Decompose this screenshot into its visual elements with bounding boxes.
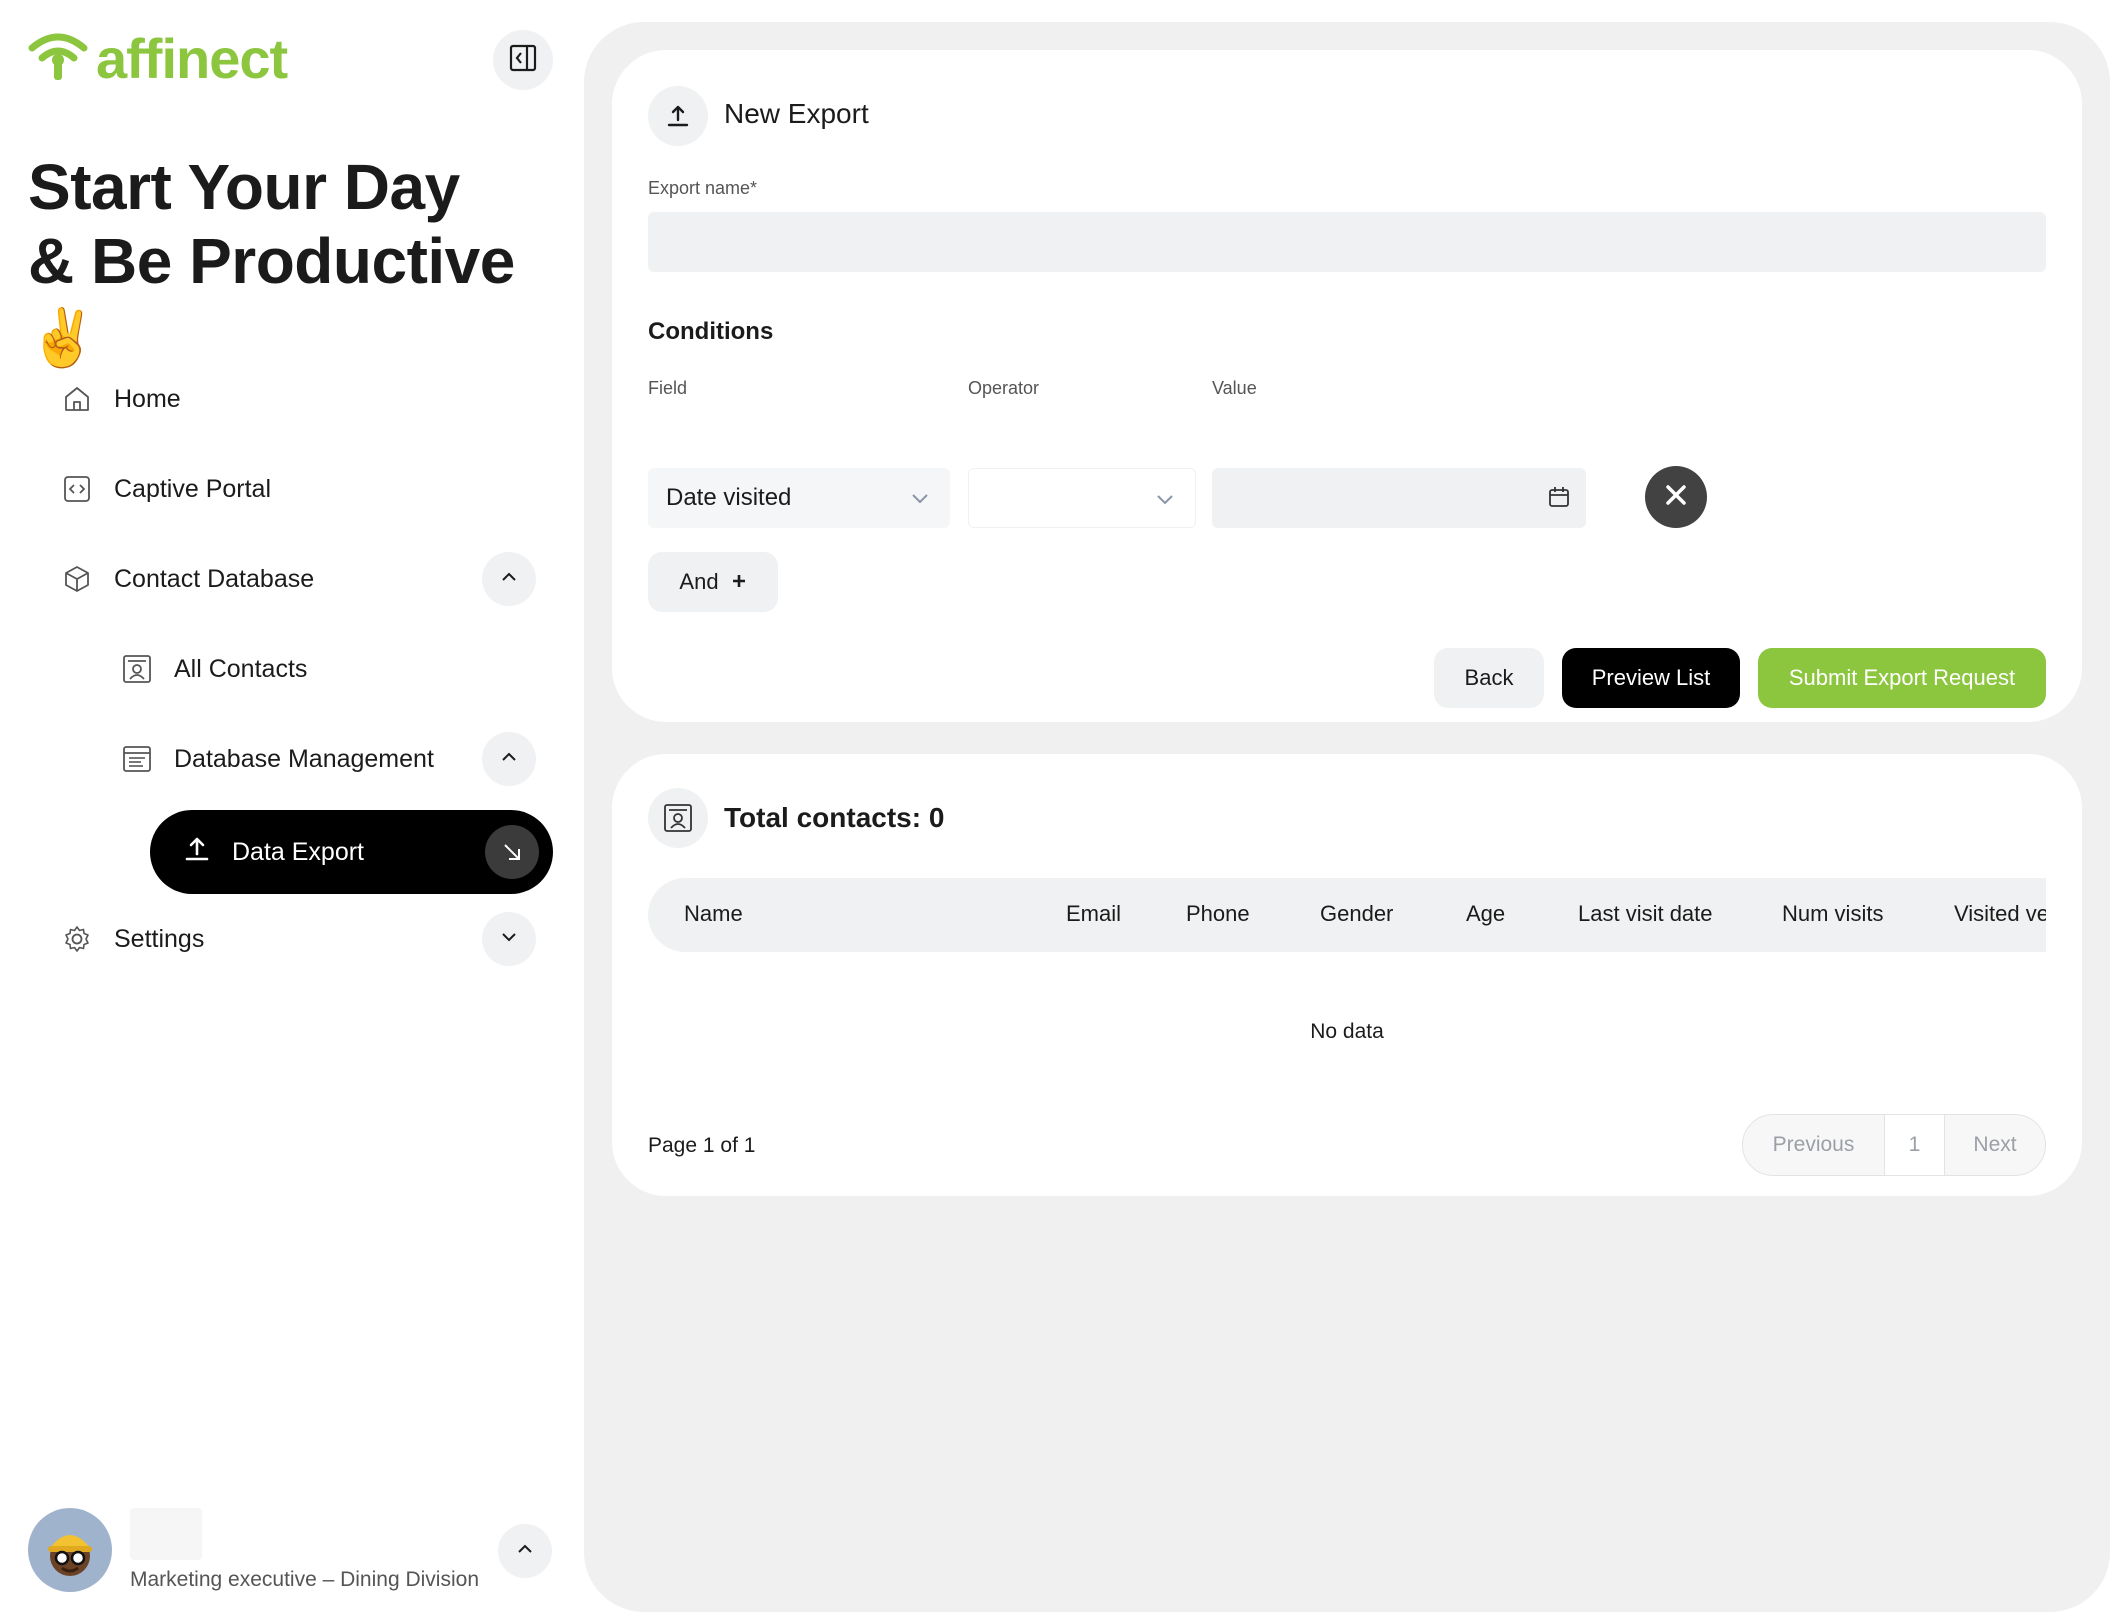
chevron-up-icon	[498, 566, 520, 593]
page-number-button[interactable]: 1	[1885, 1115, 1945, 1175]
sidebar-item-label: Data Export	[232, 837, 365, 866]
contact-database-toggle[interactable]	[482, 552, 536, 606]
logo[interactable]: affinect	[28, 26, 288, 91]
upload-icon	[648, 86, 708, 146]
column-header-phone[interactable]: Phone	[1186, 901, 1250, 927]
greeting-line-1: Start Your Day	[28, 151, 460, 223]
conditions-title: Conditions	[648, 318, 774, 345]
main-content: New Export Export name* Conditions Field…	[584, 22, 2110, 1612]
pagination: Previous 1 Next	[1742, 1114, 2046, 1176]
contact-card-icon	[120, 652, 154, 686]
remove-condition-button[interactable]	[1645, 466, 1707, 528]
user-profile: Marketing executive – Dining Division	[28, 1508, 558, 1598]
column-header-last-visit-date[interactable]: Last visit date	[1578, 901, 1713, 927]
submit-export-request-button[interactable]: Submit Export Request	[1758, 648, 2046, 708]
profile-menu-toggle[interactable]	[498, 1524, 552, 1578]
column-header-email[interactable]: Email	[1066, 901, 1121, 927]
chevron-down-icon	[498, 926, 520, 953]
chevron-down-icon	[908, 486, 932, 517]
value-label: Value	[1212, 378, 1257, 398]
victory-hand-emoji: ✌️	[28, 306, 98, 369]
new-export-title: New Export	[724, 98, 869, 129]
sidebar: affinect Start Your Day & Be Productive …	[0, 0, 570, 1624]
add-and-condition-button[interactable]: And	[648, 552, 778, 612]
sidebar-item-label: Contact Database	[114, 564, 315, 593]
sidebar-item-data-export[interactable]: Data Export	[150, 810, 553, 894]
profile-name	[130, 1508, 202, 1560]
sidebar-item-label: All Contacts	[174, 654, 308, 683]
total-contacts-card: Total contacts: 0 Name Email Phone Gende…	[612, 754, 2082, 1196]
greeting-line-2: & Be Productive ✌️	[28, 224, 570, 375]
list-icon	[120, 742, 154, 776]
sidebar-item-label: Database Management	[174, 744, 434, 773]
total-contacts-title: Total contacts: 0	[724, 802, 945, 833]
sidebar-item-captive-portal[interactable]: Captive Portal	[60, 472, 271, 506]
arrow-down-right-icon	[485, 825, 539, 879]
sidebar-item-label: Captive Portal	[114, 474, 272, 503]
wifi-logo-icon	[28, 30, 88, 87]
page-info: Page 1 of 1	[648, 1134, 756, 1157]
calendar-icon[interactable]	[1546, 484, 1572, 517]
close-icon	[1663, 482, 1689, 513]
contact-card-icon	[648, 788, 708, 848]
empty-table-message: No data	[1310, 1020, 1384, 1043]
greeting-heading: Start Your Day & Be Productive ✌️	[28, 150, 570, 375]
collapse-sidebar-icon	[508, 43, 538, 78]
column-header-visited-venues[interactable]: Visited ve	[1954, 901, 2046, 927]
sidebar-item-settings[interactable]: Settings	[60, 922, 204, 956]
logo-text: affinect	[96, 27, 288, 90]
sidebar-item-database-management[interactable]: Database Management	[120, 742, 434, 776]
sidebar-item-contact-database[interactable]: Contact Database	[60, 562, 314, 596]
column-header-gender[interactable]: Gender	[1320, 901, 1393, 927]
plus-icon	[731, 569, 747, 595]
next-page-button[interactable]: Next	[1945, 1115, 2045, 1175]
operator-select[interactable]	[968, 468, 1196, 528]
operator-label: Operator	[968, 378, 1040, 398]
avatar[interactable]	[28, 1508, 112, 1592]
contacts-table-header: Name Email Phone Gender Age Last visit d…	[648, 878, 2046, 952]
back-button[interactable]: Back	[1434, 648, 1544, 708]
and-label: And	[679, 569, 719, 594]
database-management-toggle[interactable]	[482, 732, 536, 786]
field-select-value: Date visited	[666, 484, 792, 511]
new-export-card: New Export Export name* Conditions Field…	[612, 50, 2082, 722]
value-date-input[interactable]	[1212, 468, 1586, 528]
app-root: affinect Start Your Day & Be Productive …	[0, 0, 2122, 1624]
home-icon	[60, 382, 94, 416]
profile-role: Marketing executive – Dining Division	[130, 1568, 479, 1591]
sidebar-item-all-contacts[interactable]: All Contacts	[120, 652, 307, 686]
column-header-num-visits[interactable]: Num visits	[1782, 901, 1883, 927]
sidebar-item-label: Home	[114, 384, 181, 413]
chevron-up-icon	[514, 1538, 536, 1565]
settings-toggle[interactable]	[482, 912, 536, 966]
sidebar-item-label: Settings	[114, 924, 205, 953]
export-name-input[interactable]	[648, 212, 2046, 272]
collapse-sidebar-button[interactable]	[493, 30, 553, 90]
field-select[interactable]: Date visited	[648, 468, 950, 528]
sidebar-item-home[interactable]: Home	[60, 382, 181, 416]
greeting-line-2-text: & Be Productive	[28, 225, 515, 297]
gear-icon	[60, 922, 94, 956]
chevron-down-icon	[1153, 487, 1177, 518]
upload-icon	[182, 834, 212, 871]
column-header-name[interactable]: Name	[684, 901, 743, 927]
previous-page-button[interactable]: Previous	[1743, 1115, 1885, 1175]
box-icon	[60, 562, 94, 596]
chevron-up-icon	[498, 746, 520, 773]
column-header-age[interactable]: Age	[1466, 901, 1505, 927]
preview-list-button[interactable]: Preview List	[1562, 648, 1740, 708]
export-name-label: Export name*	[648, 178, 758, 198]
code-icon	[60, 472, 94, 506]
field-label: Field	[648, 378, 688, 398]
